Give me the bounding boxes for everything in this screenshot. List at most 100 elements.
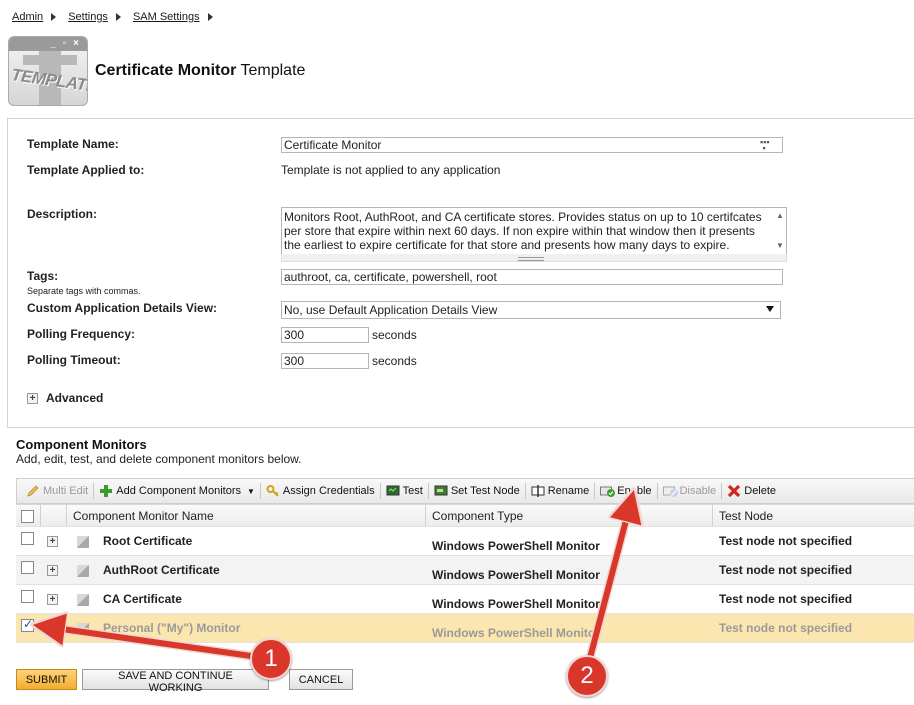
dropdown-arrow-icon: [766, 306, 774, 312]
template-applied-label: Template Applied to:: [27, 163, 145, 177]
grid-header-expand: [40, 505, 66, 526]
disable-button[interactable]: Disable: [658, 481, 722, 501]
details-view-selected-value: No, use Default Application Details View: [284, 303, 498, 317]
component-monitors-subtitle: Add, edit, test, and delete component mo…: [16, 452, 302, 466]
component-name[interactable]: Personal ("My") Monitor: [103, 614, 240, 642]
breadcrumb-separator-icon: [51, 13, 57, 21]
component-monitors-grid: Component Monitor Name Component Type Te…: [16, 504, 914, 643]
test-node: Test node not specified: [719, 563, 853, 577]
page-title-rest: Template: [236, 62, 306, 79]
delete-button[interactable]: Delete: [722, 481, 781, 501]
dropdown-arrow-icon: ▼: [246, 486, 255, 496]
save-and-continue-button[interactable]: SAVE AND CONTINUE WORKING: [82, 669, 269, 694]
test-node-icon: [434, 484, 448, 498]
disable-icon: [662, 484, 678, 498]
component-cube-icon: [77, 536, 89, 548]
pencil-icon: [26, 484, 40, 498]
description-label: Description:: [27, 207, 98, 221]
header-component-type[interactable]: Component Type: [425, 505, 712, 526]
polling-frequency-label: Polling Frequency:: [27, 327, 136, 341]
scroll-down-icon[interactable]: ▼: [776, 241, 784, 250]
polling-timeout-input[interactable]: [281, 353, 369, 369]
tags-input[interactable]: [281, 269, 783, 285]
component-toolbar: Multi Edit Add Component Monitors ▼ Assi…: [16, 478, 914, 504]
polling-timeout-label: Polling Timeout:: [27, 353, 121, 367]
breadcrumb-settings[interactable]: Settings: [68, 11, 108, 23]
submit-button[interactable]: SUBMIT: [16, 669, 77, 690]
expand-plus-icon: +: [27, 392, 38, 404]
template-name-label: Template Name:: [27, 137, 119, 151]
set-test-node-button[interactable]: Set Test Node: [429, 481, 525, 501]
test-node: Test node not specified: [719, 621, 853, 635]
header-component-monitor-name[interactable]: Component Monitor Name: [66, 505, 425, 526]
test-button[interactable]: Test: [381, 481, 428, 501]
template-applied-value: Template is not applied to any applicati…: [281, 163, 501, 177]
rename-label: Rename: [547, 485, 590, 497]
breadcrumb-sam-settings[interactable]: SAM Settings: [133, 11, 200, 23]
callout-1-badge: 1: [250, 638, 292, 680]
multi-edit-label: Multi Edit: [43, 485, 89, 497]
table-row[interactable]: + Root Certificate Windows PowerShell Mo…: [16, 527, 914, 556]
advanced-toggle[interactable]: + Advanced: [27, 391, 103, 405]
assign-credentials-label: Assign Credentials: [282, 485, 375, 497]
row-checkbox[interactable]: [21, 532, 34, 545]
breadcrumb: Admin Settings SAM Settings: [12, 11, 217, 23]
polling-timeout-unit: seconds: [372, 354, 417, 368]
template-name-input[interactable]: [281, 137, 783, 153]
description-textarea[interactable]: Monitors Root, AuthRoot, and CA certific…: [281, 207, 787, 255]
rename-button[interactable]: Rename: [526, 481, 595, 501]
add-component-label: Add Component Monitors: [116, 485, 241, 497]
add-component-monitors-button[interactable]: Add Component Monitors ▼: [94, 481, 260, 501]
row-checkbox[interactable]: [21, 617, 34, 632]
table-row[interactable]: Personal ("My") Monitor Windows PowerShe…: [16, 614, 914, 643]
enable-check-icon: [600, 484, 616, 498]
table-row[interactable]: + CA Certificate Windows PowerShell Moni…: [16, 585, 914, 614]
key-icon: [266, 484, 280, 498]
resize-grip-handle[interactable]: [281, 254, 787, 262]
details-view-select[interactable]: No, use Default Application Details View: [281, 301, 781, 319]
expand-plus-icon[interactable]: +: [47, 565, 58, 576]
component-monitors-title: Component Monitors: [16, 437, 147, 452]
cancel-button[interactable]: CANCEL: [289, 669, 353, 690]
component-type: Windows PowerShell Monitor: [432, 626, 600, 640]
breadcrumb-separator-icon: [115, 13, 121, 21]
test-node: Test node not specified: [719, 534, 853, 548]
green-plus-icon: [99, 484, 113, 498]
rename-icon: [531, 484, 545, 498]
expand-plus-icon[interactable]: +: [47, 594, 58, 605]
breadcrumb-admin[interactable]: Admin: [12, 11, 43, 23]
callout-2-badge: 2: [566, 655, 608, 697]
disable-label: Disable: [679, 485, 717, 497]
table-row[interactable]: + AuthRoot Certificate Windows PowerShel…: [16, 556, 914, 585]
details-view-label: Custom Application Details View:: [27, 301, 218, 315]
enable-label: Enable: [617, 485, 652, 497]
advanced-label: Advanced: [46, 391, 104, 405]
select-all-checkbox[interactable]: [21, 510, 34, 523]
row-checkbox[interactable]: [21, 590, 34, 603]
test-node: Test node not specified: [719, 592, 853, 606]
component-name[interactable]: AuthRoot Certificate: [103, 556, 220, 584]
page-title: Certificate Monitor Template: [95, 62, 305, 80]
component-cube-icon: [77, 565, 89, 577]
component-name[interactable]: CA Certificate: [103, 585, 182, 613]
breadcrumb-separator-icon: [207, 13, 213, 21]
component-cube-icon: [77, 623, 89, 635]
assign-credentials-button[interactable]: Assign Credentials: [261, 481, 380, 501]
component-name[interactable]: Root Certificate: [103, 527, 192, 555]
tags-hint: Separate tags with commas.: [27, 286, 141, 296]
polling-frequency-input[interactable]: [281, 327, 369, 343]
tags-label: Tags:: [27, 269, 59, 283]
page-title-bold: Certificate Monitor: [95, 62, 237, 79]
header-test-node[interactable]: Test Node: [712, 505, 914, 526]
field-options-icon[interactable]: ▪▪▪ ▪: [760, 138, 774, 153]
row-checkbox[interactable]: [21, 561, 34, 574]
red-x-icon: [727, 484, 741, 498]
enable-button[interactable]: Enable: [595, 481, 656, 501]
expand-plus-icon[interactable]: +: [47, 536, 58, 547]
monitor-test-icon: [386, 484, 400, 498]
grid-header-row: Component Monitor Name Component Type Te…: [16, 504, 914, 527]
scroll-up-icon[interactable]: ▲: [776, 211, 784, 220]
set-test-node-label: Set Test Node: [450, 485, 520, 497]
multi-edit-button[interactable]: Multi Edit: [21, 481, 93, 501]
test-label: Test: [402, 485, 423, 497]
